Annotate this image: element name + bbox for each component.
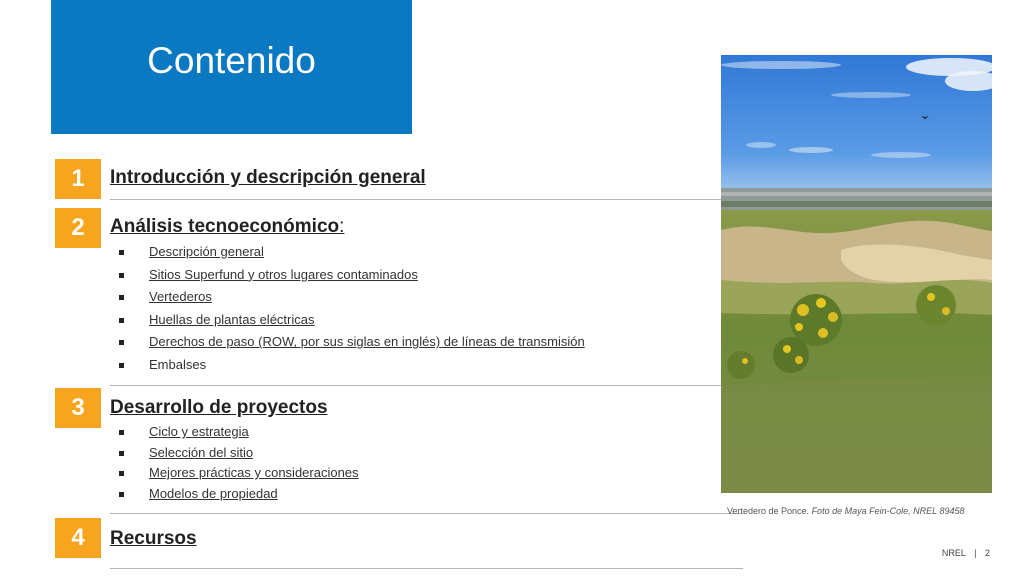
caption-plain: Vertedero de Ponce.: [727, 506, 812, 516]
bullet-link[interactable]: Mejores prácticas y consideraciones: [149, 465, 359, 480]
section-number: 2: [55, 208, 101, 248]
list-item: Descripción general: [119, 244, 585, 267]
bullet-link[interactable]: Derechos de paso (ROW, por sus siglas en…: [149, 334, 585, 349]
footer-separator: |: [974, 548, 977, 558]
page-title: Contenido: [147, 40, 316, 81]
divider: [110, 199, 743, 200]
photo-caption: Vertedero de Ponce. Foto de Maya Fein-Co…: [727, 506, 964, 516]
list-item: Selección del sitio: [119, 445, 359, 466]
page-number: 2: [984, 548, 990, 558]
section-title-link[interactable]: Análisis tecnoeconómico: [110, 216, 339, 237]
list-item: Ciclo y estrategia: [119, 424, 359, 445]
bullet-link[interactable]: Modelos de propiedad: [149, 486, 278, 501]
caption-italic: Foto de Maya Fein-Cole, NREL 89458: [811, 506, 965, 516]
section-title-link[interactable]: Recursos: [110, 528, 197, 550]
section-title-link[interactable]: Introducción y descripción general: [110, 167, 426, 189]
divider: [110, 568, 743, 569]
section-number: 1: [55, 159, 101, 199]
bullet-link[interactable]: Descripción general: [149, 244, 264, 259]
bullet-link[interactable]: Huellas de plantas eléctricas: [149, 312, 314, 327]
list-item: Modelos de propiedad: [119, 486, 359, 507]
landfill-photo: [721, 55, 992, 493]
section-title-link[interactable]: Desarrollo de proyectos: [110, 397, 328, 419]
bullet-list: Ciclo y estrategia Selección del sitio M…: [119, 424, 359, 506]
section-title-container: Análisis tecnoeconómico:: [110, 216, 344, 238]
divider: [110, 385, 743, 386]
list-item: Mejores prácticas y consideraciones: [119, 465, 359, 486]
section-title-suffix: :: [339, 216, 345, 237]
list-item: Derechos de paso (ROW, por sus siglas en…: [119, 334, 585, 357]
bullet-link[interactable]: Ciclo y estrategia: [149, 424, 249, 439]
bullet-list: Descripción general Sitios Superfund y o…: [119, 244, 585, 380]
bullet-link[interactable]: Sitios Superfund y otros lugares contami…: [149, 267, 418, 282]
list-item: Embalses: [119, 357, 585, 380]
section-number: 3: [55, 388, 101, 428]
list-item: Sitios Superfund y otros lugares contami…: [119, 267, 585, 290]
list-item: Huellas de plantas eléctricas: [119, 312, 585, 335]
title-banner: Contenido: [51, 0, 412, 134]
bullet-link[interactable]: Selección del sitio: [149, 445, 253, 460]
bullet-text: Embalses: [149, 356, 207, 372]
divider: [110, 513, 743, 514]
footer: NREL | 2: [942, 548, 990, 558]
footer-org: NREL: [941, 548, 966, 558]
list-item: Vertederos: [119, 289, 585, 312]
section-number: 4: [55, 518, 101, 558]
bullet-link[interactable]: Vertederos: [149, 289, 212, 304]
